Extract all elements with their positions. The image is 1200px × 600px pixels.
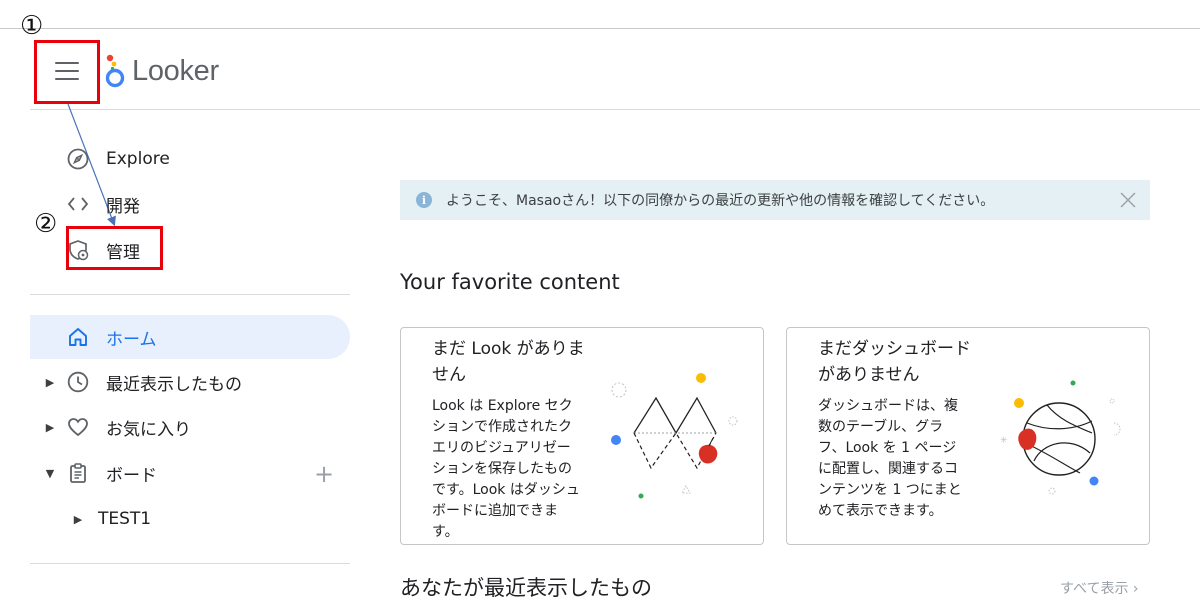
annotation-arrow [67, 103, 116, 227]
add-board-button[interactable]: + [314, 462, 334, 486]
header-divider [30, 109, 1200, 110]
caret-down-icon[interactable]: ▼ [42, 467, 58, 480]
menu-item-admin[interactable]: 管理 [66, 235, 140, 265]
welcome-text: ようこそ、Masaoさん！以下の同僚からの最近の更新や他の情報を確認してください… [446, 193, 995, 209]
dashboard-illustration: ✳ [1000, 380, 1121, 495]
svg-text:✳: ✳ [1000, 436, 1008, 446]
welcome-banner: i ようこそ、Masaoさん！以下の同僚からの最近の更新や他の情報を確認してくだ… [400, 180, 1150, 220]
menu-item-label: Explore [106, 149, 170, 169]
empty-dashboards-card: まだダッシュボードがありません ダッシュボードは、複数のテーブル、グラフ、Loo… [786, 327, 1150, 545]
sidebar-divider [30, 294, 350, 295]
home-icon [66, 325, 90, 349]
card-title: まだダッシュボードがありません [818, 339, 971, 385]
card-title: まだ Look がありません [432, 339, 585, 385]
recent-section-title: あなたが最近表示したもの [400, 576, 652, 600]
nav-label: お気に入り [106, 419, 191, 440]
close-icon[interactable] [1118, 190, 1138, 210]
caret-right-icon[interactable]: ▶ [42, 376, 58, 389]
code-icon [66, 192, 90, 216]
sidebar-divider [30, 563, 350, 564]
menu-item-explore[interactable]: Explore [66, 144, 170, 174]
clock-icon [66, 370, 90, 394]
nav-item-boards[interactable]: ▼ ボード [30, 451, 350, 495]
nav-label: ホーム [106, 329, 157, 350]
caret-right-icon[interactable]: ▶ [42, 421, 58, 434]
nav-label: TEST1 [98, 509, 152, 529]
nav-item-home[interactable]: ホーム [30, 315, 350, 359]
card-description: ダッシュボードは、複数のテーブル、グラフ、Look を 1 ページに配置し、関連… [818, 398, 962, 519]
favorites-section-title: Your favorite content [400, 270, 620, 294]
clipboard-icon [66, 461, 90, 485]
empty-looks-card: まだ Look がありません Look は Explore セクションで作成され… [400, 327, 764, 545]
card-description: Look は Explore セクションで作成されたクエリのビジュアリゼーション… [432, 398, 580, 540]
nav-label: ボード [106, 465, 157, 486]
look-illustration [611, 373, 738, 499]
menu-item-label: 管理 [106, 242, 140, 263]
shield-gear-icon [66, 238, 90, 262]
menu-item-develop[interactable]: 開発 [66, 189, 140, 219]
info-icon: i [416, 192, 432, 208]
nav-item-favorites[interactable]: ▶ お気に入り [30, 405, 350, 449]
nav-label: 最近表示したもの [106, 374, 242, 395]
compass-icon [66, 147, 90, 171]
heart-icon [66, 415, 90, 439]
caret-right-icon[interactable]: ▶ [70, 513, 86, 526]
see-all-link[interactable]: すべて表示 › [1060, 578, 1139, 598]
nav-item-board-test1[interactable]: ▶ TEST1 [30, 497, 350, 541]
nav-item-recent[interactable]: ▶ 最近表示したもの [30, 360, 350, 404]
menu-item-label: 開発 [106, 196, 140, 217]
